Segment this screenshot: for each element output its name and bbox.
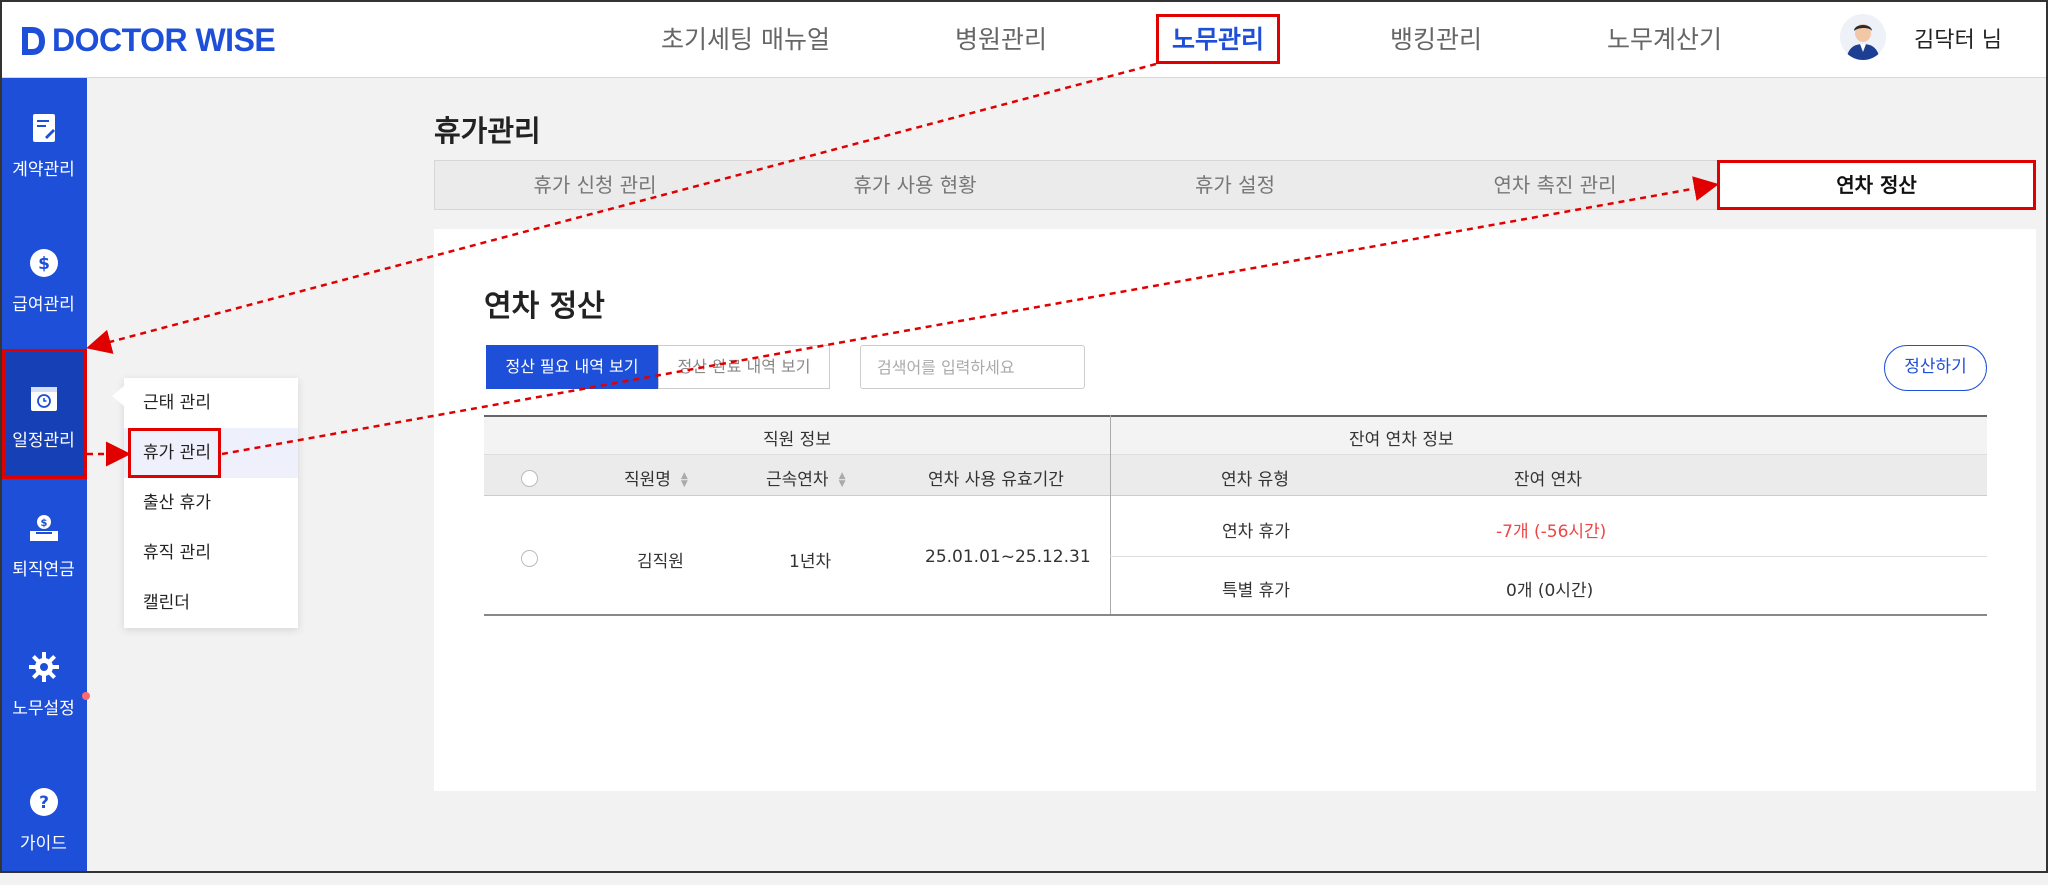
- submenu-item-maternity-leave[interactable]: 출산 휴가: [124, 478, 298, 528]
- sidebar-item-label: 노무설정: [12, 699, 75, 719]
- nav-banking-management[interactable]: 뱅킹관리: [1390, 20, 1482, 56]
- avatar[interactable]: [1840, 14, 1886, 60]
- notification-dot: [82, 692, 90, 700]
- tab-leave-usage[interactable]: 휴가 사용 현황: [755, 161, 1075, 209]
- sidebar-item-schedule[interactable]: 일정관리: [0, 349, 87, 479]
- select-all-radio[interactable]: [521, 470, 538, 487]
- sidebar-item-guide[interactable]: ? 가이드: [0, 785, 87, 885]
- row-select-radio[interactable]: [521, 550, 538, 567]
- left-sidebar: 계약관리 $ 급여관리 일정관리 $ 퇴직연금 노무설정 ? 가이드: [0, 78, 90, 873]
- view-pending-button[interactable]: 정산 필요 내역 보기: [486, 345, 658, 389]
- sort-icon: ▲ ▼: [680, 471, 688, 489]
- svg-text:$: $: [38, 254, 50, 274]
- employee-name: 김직원: [637, 552, 684, 572]
- sidebar-item-payroll[interactable]: $ 급여관리: [0, 246, 87, 346]
- page-title: 휴가관리: [434, 114, 541, 148]
- content-panel: [434, 229, 2036, 791]
- contract-icon: [32, 114, 55, 142]
- submenu-item-leave-of-absence[interactable]: 휴직 관리: [124, 528, 298, 578]
- table-group-header: [484, 415, 1987, 455]
- leave-type: 특별 휴가: [1222, 581, 1290, 601]
- row-divider: [1110, 556, 1987, 557]
- section-title: 연차 정산: [484, 289, 605, 324]
- svg-text:$: $: [40, 518, 47, 529]
- sidebar-item-pension[interactable]: $ 퇴직연금: [0, 511, 87, 611]
- question-icon: ?: [29, 788, 58, 816]
- search-input[interactable]: [860, 345, 1085, 389]
- sidebar-item-label: 계약관리: [12, 160, 75, 180]
- sort-icon: ▲ ▼: [838, 471, 846, 489]
- column-header-name[interactable]: 직원명 ▲ ▼: [624, 465, 688, 490]
- table-divider: [1110, 415, 1111, 615]
- settle-button[interactable]: 정산하기: [1884, 345, 1987, 391]
- column-header-valid-period: 연차 사용 유효기간: [928, 470, 1064, 490]
- leave-remaining: 0개 (0시간): [1506, 581, 1594, 601]
- sidebar-item-label: 급여관리: [12, 295, 75, 315]
- column-header-tenure[interactable]: 근속연차 ▲ ▼: [766, 465, 845, 490]
- sidebar-item-label: 일정관리: [12, 431, 75, 451]
- column-header-remaining: 잔여 연차: [1514, 470, 1582, 490]
- leave-remaining: -7개 (-56시간): [1496, 522, 1607, 542]
- logo[interactable]: DOCTOR WISE: [20, 22, 276, 59]
- nav-labor-management[interactable]: 노무관리: [1172, 20, 1264, 56]
- tab-leave-settlement[interactable]: 연차 정산: [1718, 161, 2035, 209]
- view-completed-button[interactable]: 정산 완료 내역 보기: [658, 345, 830, 389]
- user-avatar-icon: [1840, 14, 1886, 60]
- leave-type: 연차 휴가: [1222, 522, 1290, 542]
- nav-labor-calculator[interactable]: 노무계산기: [1607, 20, 1722, 56]
- pension-icon: $: [29, 515, 58, 541]
- tab-leave-requests[interactable]: 휴가 신청 관리: [435, 161, 755, 209]
- dollar-icon: $: [29, 249, 58, 277]
- calendar-clock-icon: [30, 387, 57, 411]
- tab-leave-promotion[interactable]: 연차 촉진 관리: [1395, 161, 1715, 209]
- submenu-item-leave[interactable]: 휴가 관리: [124, 428, 298, 478]
- group-header-employee-info: 직원 정보: [763, 430, 831, 450]
- schedule-submenu: 근태 관리 휴가 관리 출산 휴가 휴직 관리 캘린더: [112, 378, 298, 628]
- submenu-item-attendance[interactable]: 근태 관리: [124, 378, 298, 428]
- sidebar-item-label: 가이드: [20, 834, 67, 854]
- top-header: DOCTOR WISE 초기세팅 매뉴얼 병원관리 노무관리 뱅킹관리 노무계산…: [0, 0, 2048, 78]
- user-name[interactable]: 김닥터 님: [1914, 22, 2002, 54]
- column-header-label: 직원명: [624, 470, 671, 490]
- table-bottom-border: [484, 614, 1987, 616]
- logo-icon: [22, 26, 45, 55]
- group-header-remaining-leave: 잔여 연차 정보: [1349, 430, 1454, 450]
- nav-hospital-management[interactable]: 병원관리: [955, 20, 1047, 56]
- submenu-item-calendar[interactable]: 캘린더: [124, 578, 298, 628]
- column-header-leave-type: 연차 유형: [1221, 470, 1289, 490]
- employee-valid-period: 25.01.01~25.12.31: [925, 547, 1091, 567]
- sidebar-item-contract[interactable]: 계약관리: [0, 111, 87, 211]
- column-header-label: 근속연차: [766, 470, 829, 490]
- logo-text: DOCTOR WISE: [52, 22, 276, 58]
- svg-text:?: ?: [39, 793, 49, 813]
- nav-initial-setup-manual[interactable]: 초기세팅 매뉴얼: [661, 20, 830, 56]
- gear-icon: [28, 652, 59, 682]
- employee-tenure: 1년차: [789, 552, 832, 572]
- tab-bar: 휴가 신청 관리 휴가 사용 현황 휴가 설정 연차 촉진 관리 연차 정산: [434, 160, 2036, 210]
- tab-leave-settings[interactable]: 휴가 설정: [1075, 161, 1395, 209]
- sidebar-item-label: 퇴직연금: [12, 560, 75, 580]
- sidebar-item-labor-settings[interactable]: 노무설정: [0, 650, 87, 750]
